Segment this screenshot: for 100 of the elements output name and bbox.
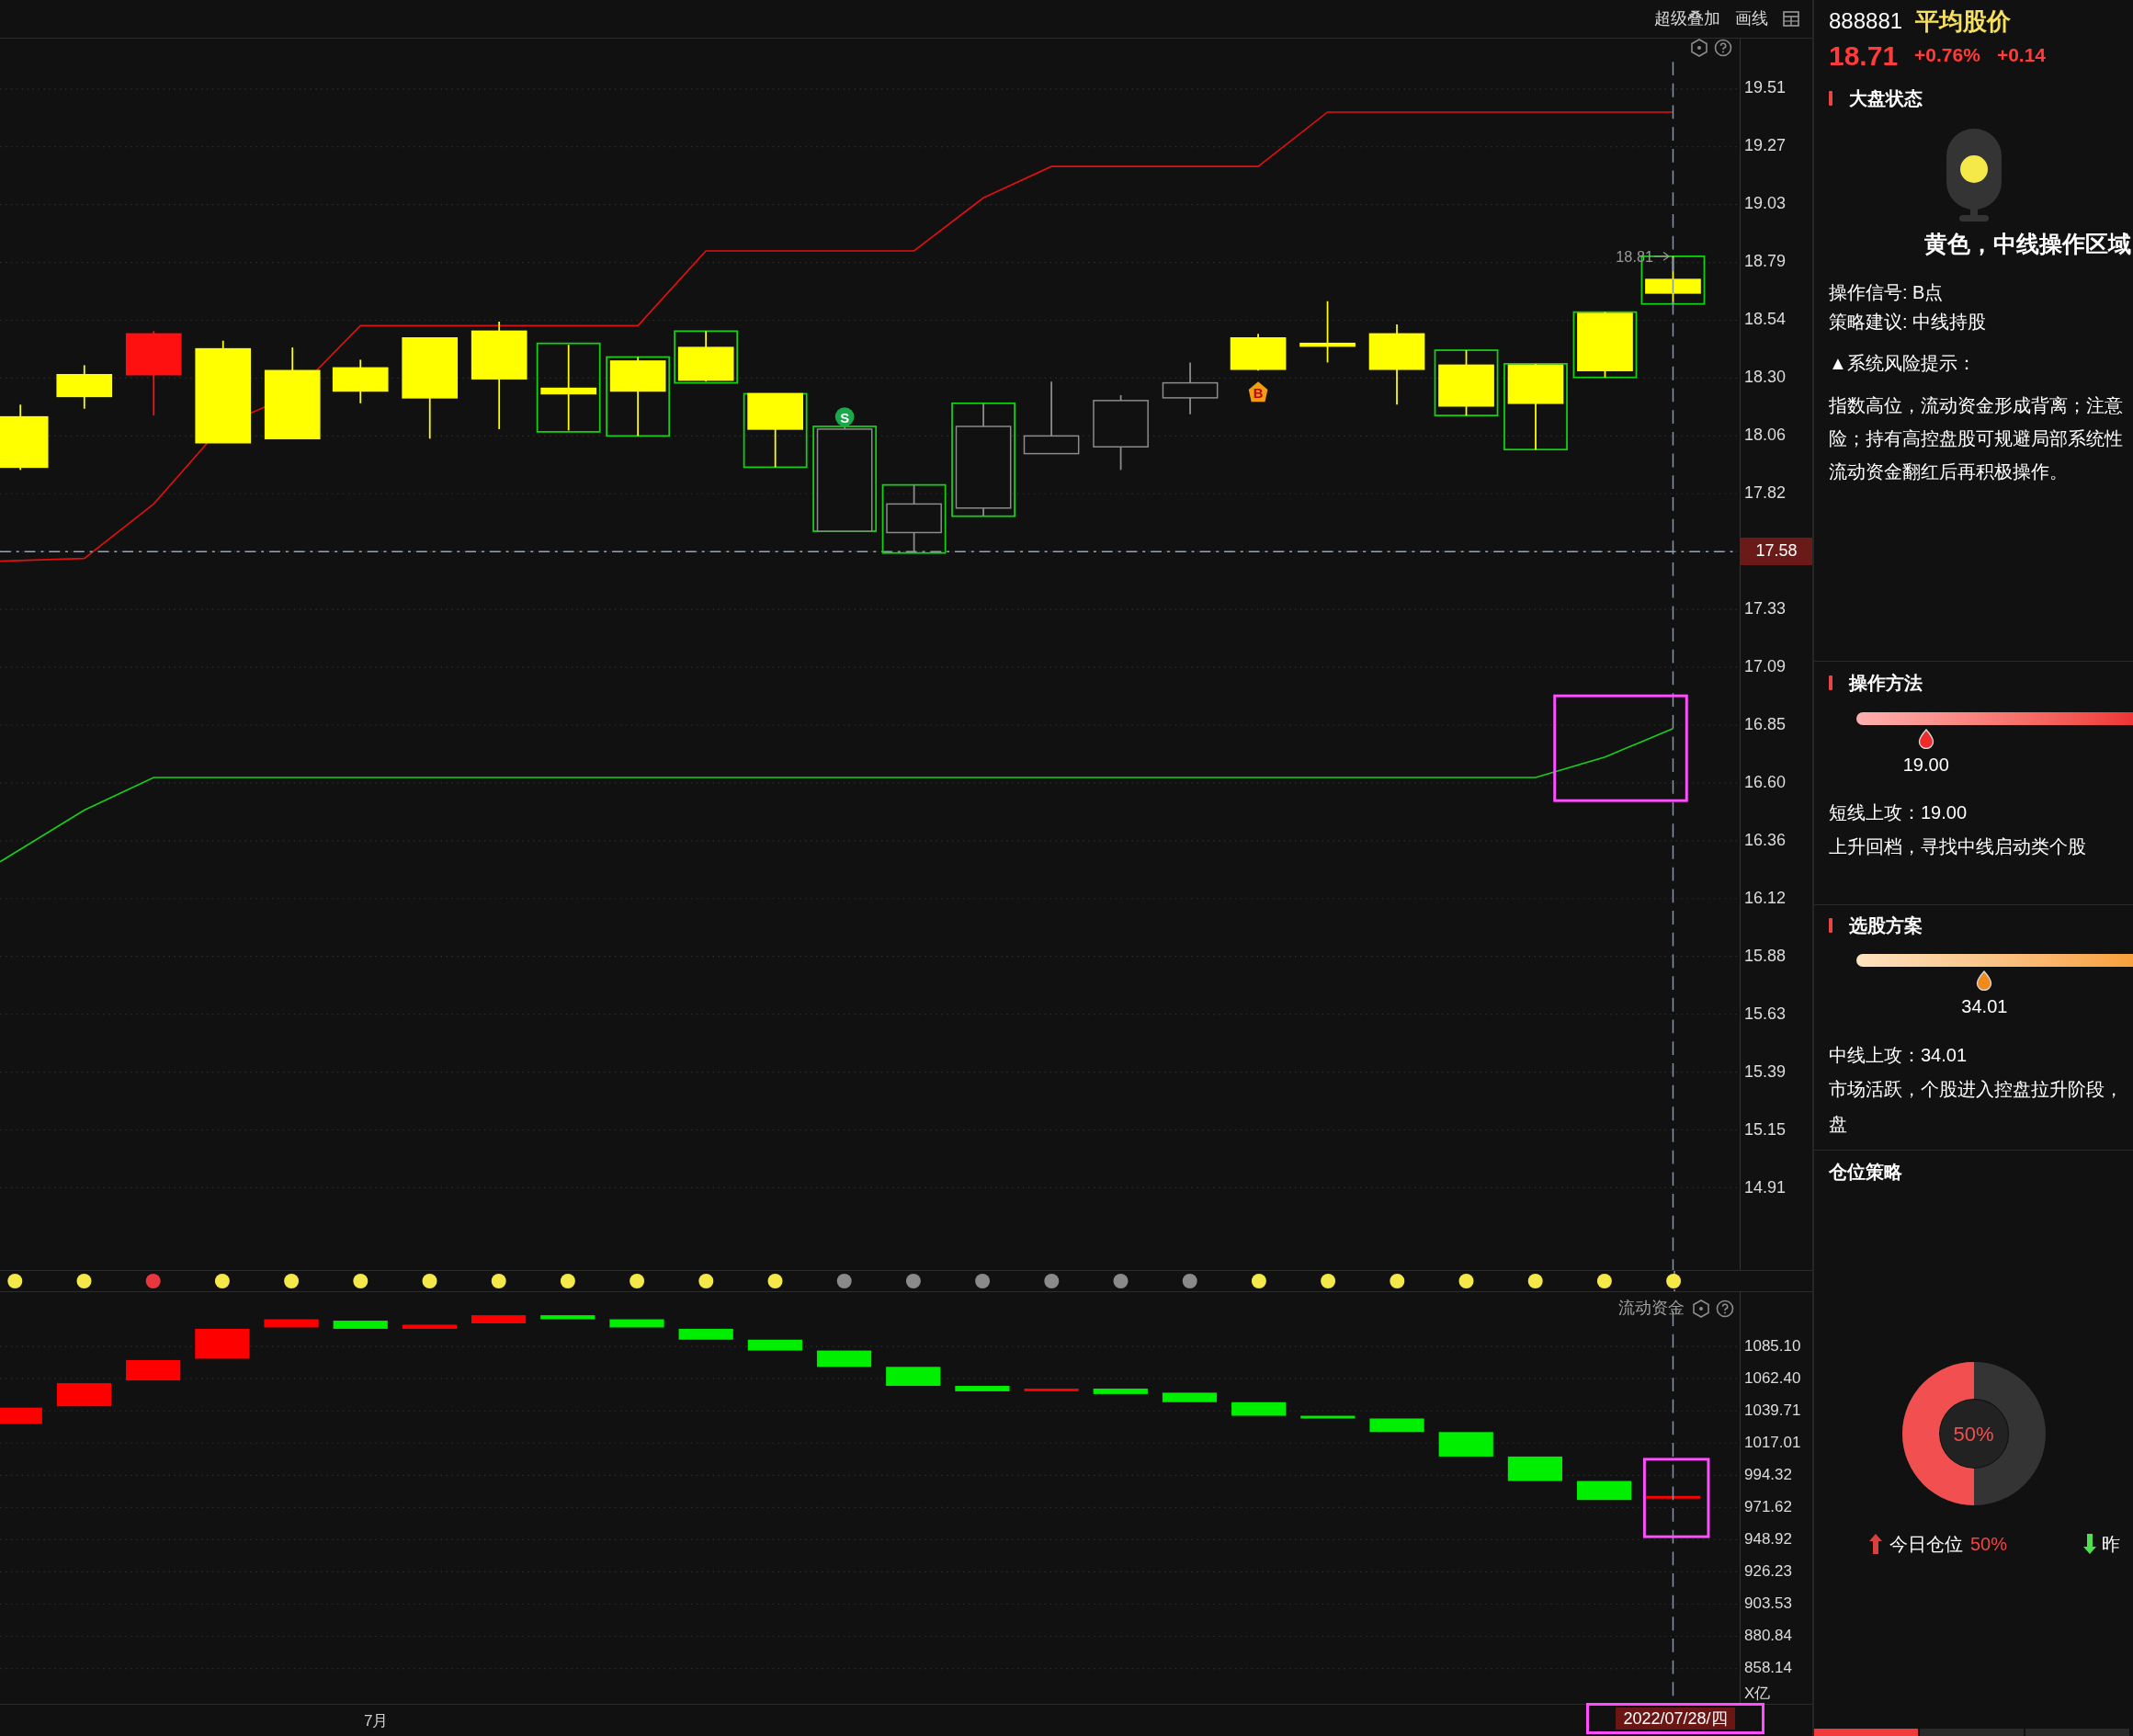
donut-label: 50% [1952,1421,1995,1447]
section-title: 大盘状态 [1849,87,1923,110]
flow-bar [1162,1392,1218,1402]
flow-bar [471,1315,527,1323]
axis-label: 17.82 [1743,482,1787,504]
axis-label: 19.03 [1743,193,1787,214]
sell-marker: S [834,407,855,426]
settings-icon[interactable] [1690,39,1708,57]
panel-title: 流动资金 [1618,1298,1685,1319]
axis-label: 880.84 [1744,1625,1792,1646]
axis-label: 18.30 [1743,367,1787,388]
down-arrow-icon [2083,1534,2096,1554]
target-text: 中线上攻：34.01 [1829,1044,1968,1067]
info-text: 策略建议: 中线持股 [1829,310,1987,334]
section-marker [1829,917,1832,933]
stock-code: 888881 [1829,7,1903,35]
flow-bar [609,1319,664,1328]
axis-label: 14.91 [1743,1177,1787,1198]
flow-bar [126,1359,181,1381]
axis-label: 994.32 [1744,1464,1792,1485]
change-value: +0.14 [1996,43,2047,68]
toolbar-button[interactable]: 超级叠加 [1654,6,1720,31]
risk-text: 险；持有高控盘股可规避局部系统性 [1829,427,2123,450]
axis-label: 16.36 [1743,830,1787,851]
flow-bar [955,1386,1010,1391]
candlestick [1299,300,1356,364]
date-label: 2022/07/28/四 [1616,1708,1735,1730]
status-text: 黄色，中线操作区域 [1924,230,2131,259]
axis-label: 18.06 [1743,425,1787,446]
axis-label: 1039.71 [1744,1400,1801,1421]
candlestick [56,364,113,410]
last-price-label: 18.81 [1616,247,1653,265]
flow-bar [1231,1401,1287,1416]
axis-label: 16.60 [1743,772,1787,793]
risk-title: ▲系统风险提示： [1829,352,1976,375]
stock-name: 平均股价 [1915,6,2012,37]
flow-bar [333,1321,388,1329]
flow-bar [264,1319,319,1328]
flow-bar [747,1339,802,1351]
month-label: 7月 [364,1711,389,1731]
risk-text: 流动资金翻红后再积极操作。 [1829,460,2068,483]
unit-label: X亿 [1744,1684,1771,1705]
flow-bar [56,1383,112,1407]
flow-bar [678,1328,733,1340]
axis-label: 948.92 [1744,1528,1792,1549]
flow-bar [195,1328,250,1359]
leader-line [1653,251,1671,261]
flow-bar [0,1407,42,1424]
section-title: 操作方法 [1849,671,1923,695]
axis-label: 16.85 [1743,714,1787,735]
legend-value: 50% [1970,1533,2008,1556]
flow-bar [1300,1415,1356,1419]
signal-light-icon [1946,129,2002,222]
section-title: 仓位策略 [1829,1160,1902,1184]
axis-label: 16.12 [1743,888,1787,909]
axis-label: 1085.10 [1744,1335,1801,1356]
buy-marker: B [1248,381,1268,403]
axis-label: 903.53 [1744,1593,1792,1614]
flow-bar [1093,1389,1148,1394]
axis-label: 15.39 [1743,1061,1787,1083]
axis-label: 926.23 [1744,1560,1792,1582]
note-text: 市场活跃，个股进入控盘拉升阶段， [1829,1078,2123,1101]
candlestick [1162,361,1219,415]
target-text: 短线上攻：19.00 [1829,801,1968,824]
axis-label: 15.63 [1743,1004,1787,1025]
flow-bar [816,1350,872,1367]
toolbar-button[interactable]: 画线 [1735,6,1768,31]
flow-bar [1507,1456,1562,1481]
table-icon[interactable] [1783,11,1799,27]
candlestick [1230,333,1287,372]
axis-label: 1017.01 [1744,1432,1801,1453]
settings-icon[interactable] [1692,1299,1710,1318]
legend-label: 昨 [2102,1533,2120,1556]
help-icon[interactable] [1716,1299,1734,1318]
flow-bar [1369,1418,1424,1433]
note-text: 盘 [1829,1113,1847,1136]
section-marker [1829,675,1832,690]
price-value: 18.71 [1829,39,1899,73]
axis-label: 18.79 [1743,251,1787,272]
axis-label: 19.27 [1743,135,1787,156]
slider-value: 34.01 [1960,995,2009,1018]
axis-label: 19.51 [1743,77,1787,98]
axis-label: 18.54 [1743,309,1787,330]
flow-bar [886,1367,941,1386]
note-text: 上升回档，寻找中线启动类个股 [1829,835,2086,858]
info-text: 操作信号: B点 [1829,281,1944,304]
change-percent: +0.76% [1914,43,1980,68]
axis-label: 971.62 [1744,1496,1792,1517]
axis-label: 1062.40 [1744,1367,1801,1389]
flow-bar [1024,1389,1079,1391]
flow-bar [402,1324,457,1329]
candlestick [332,358,389,404]
flow-bar [1646,1495,1701,1499]
axis-label: 17.58 [1741,537,1812,565]
axis-label: 17.09 [1743,656,1787,677]
section-title: 选股方案 [1849,913,1923,937]
help-icon[interactable] [1714,39,1732,57]
axis-label: 17.33 [1743,598,1787,619]
axis-label: 15.15 [1743,1119,1787,1140]
slider-value: 19.00 [1901,754,1950,777]
